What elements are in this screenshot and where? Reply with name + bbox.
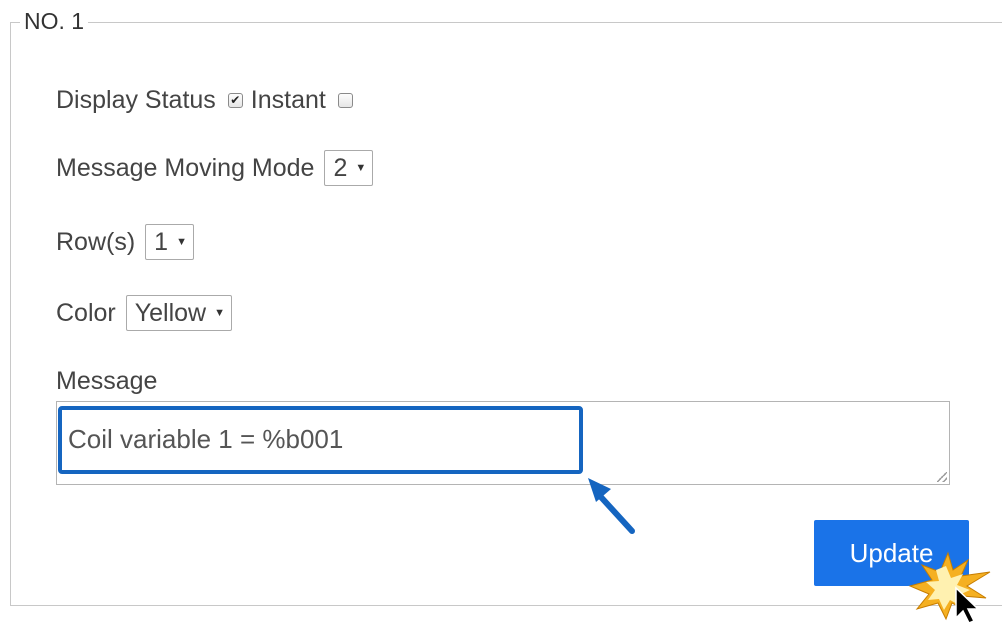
pointer-arrow-icon (588, 478, 635, 534)
annotation-overlay (588, 478, 991, 623)
settings-page: NO. 1 Display Status ✔ Instant Message M… (0, 0, 1003, 623)
